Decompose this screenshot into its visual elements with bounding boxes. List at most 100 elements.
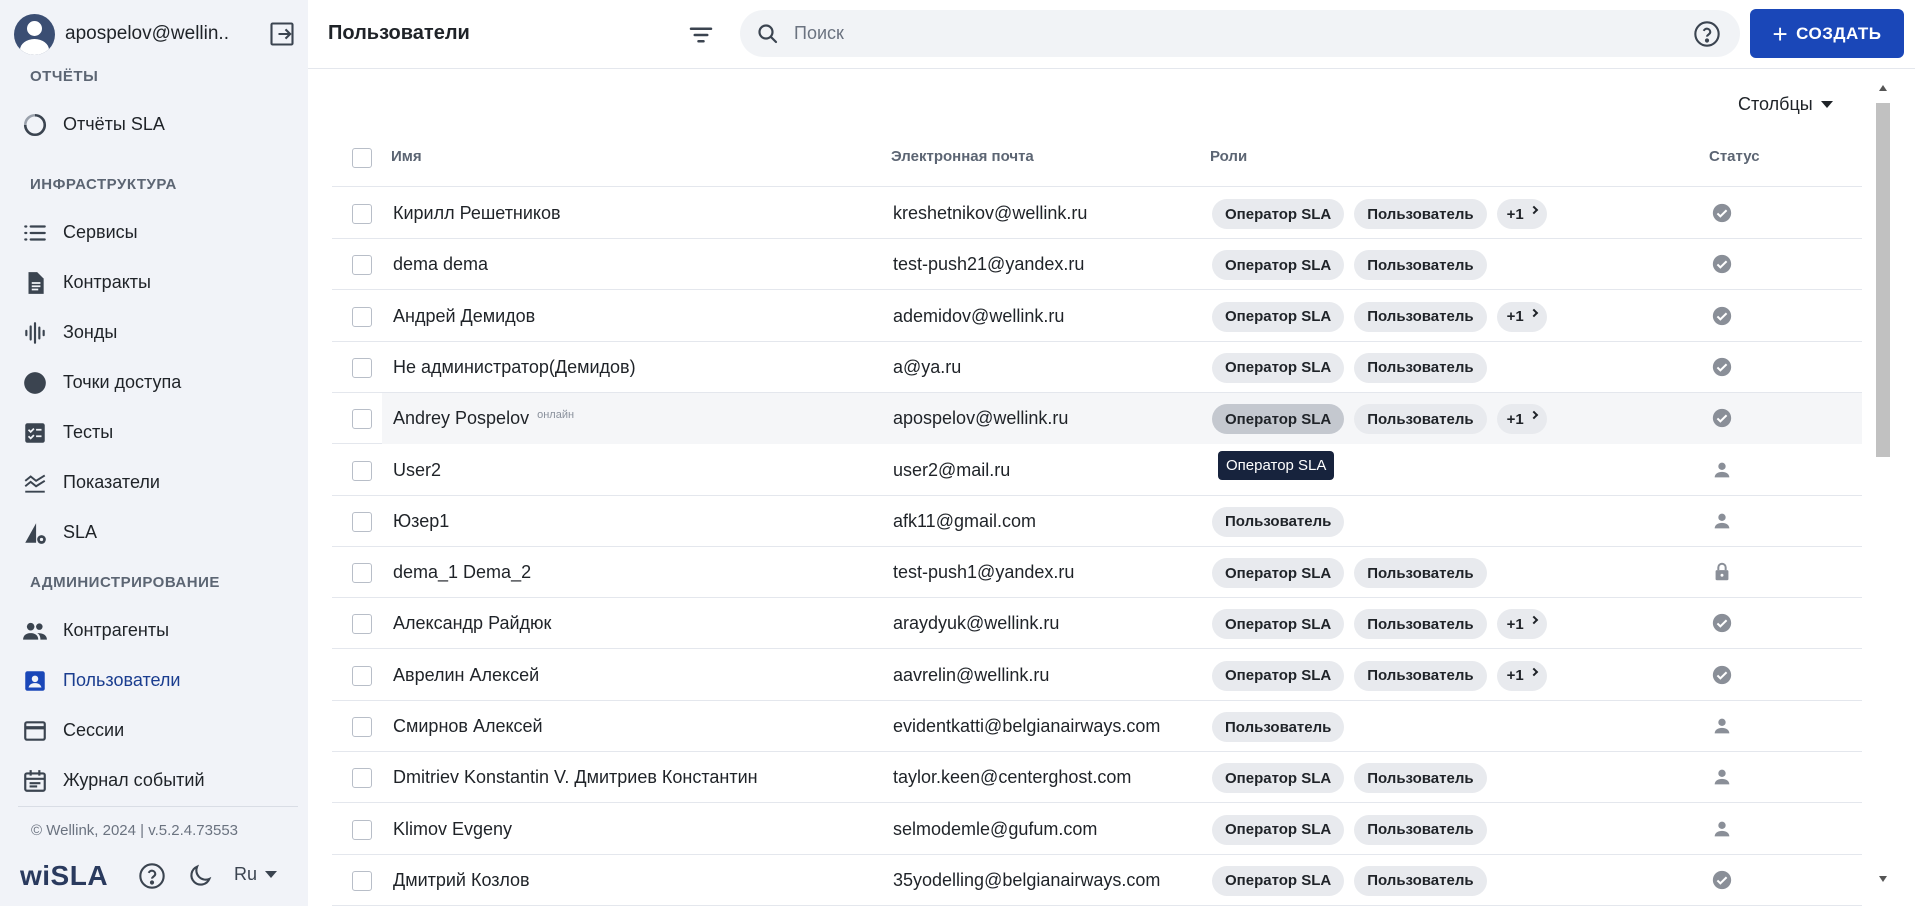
sidebar-item[interactable]: Тесты xyxy=(0,410,308,454)
sidebar-item[interactable]: Отчёты SLA xyxy=(0,102,308,146)
row-checkbox[interactable] xyxy=(352,460,372,481)
row-checkbox[interactable] xyxy=(352,717,372,737)
role-chip[interactable]: Пользователь xyxy=(1354,250,1487,281)
row-checkbox[interactable] xyxy=(352,357,372,378)
table-row[interactable]: User2 user2@mail.ru xyxy=(332,445,1862,496)
search-input[interactable] xyxy=(794,18,1634,49)
help-icon[interactable] xyxy=(138,862,166,890)
user-name[interactable]: Дмитрий Козлов xyxy=(393,870,530,891)
role-chip[interactable]: Оператор SLA xyxy=(1212,199,1345,229)
role-chip[interactable]: Пользователь xyxy=(1354,660,1487,691)
row-checkbox[interactable] xyxy=(352,255,372,276)
help-icon[interactable] xyxy=(1693,20,1721,48)
dark-mode-icon[interactable] xyxy=(186,862,214,890)
table-row[interactable]: dema dema test-push21@yandex.ru Оператор S… xyxy=(332,239,1862,291)
table-row[interactable]: Не администратор(Демидов) a@ya.ru Оператор… xyxy=(332,342,1862,393)
row-checkbox[interactable] xyxy=(352,768,372,789)
table-row[interactable]: Александр Райдюк araydyuk@wellink.ru Опера… xyxy=(332,598,1862,650)
table-row[interactable]: Dmitriev Konstantin V. Дмитриев Констант… xyxy=(332,752,1862,804)
scroll-down-arrow[interactable] xyxy=(1879,876,1887,882)
role-chip[interactable]: Оператор SLA xyxy=(1212,404,1345,435)
header-name[interactable]: Имя xyxy=(391,148,422,165)
sidebar-item[interactable]: Сессии xyxy=(0,708,308,752)
table-row[interactable]: Смирнов Алексей evidentkatti@belgianairwa… xyxy=(332,701,1862,752)
header-status[interactable]: Статус xyxy=(1709,148,1760,165)
header-email[interactable]: Электронная почта xyxy=(891,148,1034,165)
scrollbar[interactable] xyxy=(1876,82,1890,882)
sidebar-item[interactable]: Зонды xyxy=(0,310,308,354)
role-chip[interactable]: Пользователь xyxy=(1354,609,1487,640)
user-name[interactable]: Аврелин Алексей xyxy=(393,665,539,686)
role-chip[interactable]: Оператор SLA xyxy=(1212,250,1345,281)
table-row[interactable]: Аврелин Алексей aavrelin@wellink.ru Операт… xyxy=(332,650,1862,701)
sidebar-item[interactable]: Контракты xyxy=(0,260,308,304)
row-checkbox[interactable] xyxy=(352,819,372,840)
columns-select[interactable]: Столбцы xyxy=(1738,94,1833,115)
more-roles-chip[interactable]: +1 xyxy=(1496,609,1547,640)
header-roles[interactable]: Роли xyxy=(1210,148,1247,165)
role-chip[interactable]: Оператор SLA xyxy=(1212,660,1345,691)
role-chip[interactable]: Оператор SLA xyxy=(1212,609,1345,640)
row-checkbox[interactable] xyxy=(352,870,372,891)
row-checkbox[interactable] xyxy=(352,563,372,584)
sidebar-item[interactable]: SLA xyxy=(0,510,308,554)
avatar[interactable] xyxy=(14,13,55,55)
role-chip[interactable]: Оператор SLA xyxy=(1212,865,1345,896)
sidebar-item[interactable]: Пользователи xyxy=(0,658,308,702)
user-name[interactable]: Смирнов Алексей xyxy=(393,716,543,737)
table-row[interactable]: Кирилл Решетников kreshetnikov@wellink.ru… xyxy=(332,188,1862,239)
user-name[interactable]: Юзер1 xyxy=(393,511,449,532)
role-chip[interactable]: Пользователь xyxy=(1354,352,1487,383)
user-name[interactable]: Не администратор(Демидов) xyxy=(393,357,636,378)
table-row[interactable]: Дмитрий Козлов 35yodelling@belgianairways… xyxy=(332,855,1862,906)
row-checkbox[interactable] xyxy=(352,409,372,430)
user-name[interactable]: User2 xyxy=(393,460,441,481)
user-name[interactable]: dema_1 Dema_2 xyxy=(393,562,531,583)
role-chip[interactable]: Оператор SLA xyxy=(1212,763,1345,794)
sidebar-item[interactable]: Показатели xyxy=(0,460,308,504)
role-chip[interactable]: Пользователь xyxy=(1354,301,1487,332)
user-name[interactable]: Александр Райдюк xyxy=(393,613,551,634)
role-chip[interactable]: Пользователь xyxy=(1354,199,1487,229)
role-chip[interactable]: Оператор SLA xyxy=(1212,558,1345,589)
user-name[interactable]: Кирилл Решетников xyxy=(393,203,561,224)
table-row[interactable]: Klimov Evgeny selmodemle@gufum.com Операто… xyxy=(332,804,1862,855)
role-chip[interactable]: Пользователь xyxy=(1354,558,1487,589)
table-row[interactable]: Andrey Pospelov онлайн apospelov@wellink.r… xyxy=(332,393,1862,445)
user-name[interactable]: dema dema xyxy=(393,254,488,275)
sidebar-item[interactable]: Журнал событий xyxy=(0,758,308,802)
sidebar-item[interactable]: Точки доступа xyxy=(0,360,308,404)
user-name[interactable]: Andrey Pospelov онлайн xyxy=(393,408,574,429)
sidebar-item[interactable]: Сервисы xyxy=(0,210,308,254)
sidebar-item[interactable]: Контрагенты xyxy=(0,608,308,652)
row-checkbox[interactable] xyxy=(352,306,372,327)
user-name[interactable]: Dmitriev Konstantin V. Дмитриев Констант… xyxy=(393,767,758,788)
table-row[interactable]: Андрей Демидов ademidov@wellink.ru Операто… xyxy=(332,291,1862,342)
more-roles-chip[interactable]: +1 xyxy=(1496,301,1547,332)
table-row[interactable]: dema_1 Dema_2 test-push1@yandex.ru Операто… xyxy=(332,547,1862,599)
user-profile[interactable]: apospelov@wellin... xyxy=(14,12,296,56)
scroll-thumb[interactable] xyxy=(1876,103,1890,457)
role-chip[interactable]: Оператор SLA xyxy=(1212,814,1345,845)
role-chip[interactable]: Пользователь xyxy=(1212,506,1345,537)
language-select[interactable]: Ru xyxy=(234,864,278,885)
select-all-checkbox[interactable] xyxy=(352,148,372,168)
row-checkbox[interactable] xyxy=(352,614,372,635)
role-chip[interactable]: Оператор SLA xyxy=(1212,301,1345,332)
role-chip[interactable]: Пользователь xyxy=(1212,712,1345,742)
logout-icon[interactable] xyxy=(268,20,296,48)
more-roles-chip[interactable]: +1 xyxy=(1496,404,1547,435)
row-checkbox[interactable] xyxy=(352,511,372,532)
role-chip[interactable]: Пользователь xyxy=(1354,865,1487,896)
create-button[interactable]: + СОЗДАТЬ xyxy=(1750,9,1904,58)
table-row[interactable]: Юзер1 afk11@gmail.com Пользователь xyxy=(332,496,1862,547)
more-roles-chip[interactable]: +1 xyxy=(1496,660,1547,691)
more-roles-chip[interactable]: +1 xyxy=(1496,199,1547,229)
user-name[interactable]: Андрей Демидов xyxy=(393,306,535,327)
scroll-up-arrow[interactable] xyxy=(1879,85,1887,91)
role-chip[interactable]: Пользователь xyxy=(1354,763,1487,794)
role-chip[interactable]: Пользователь xyxy=(1354,404,1487,435)
row-checkbox[interactable] xyxy=(352,665,372,686)
user-name[interactable]: Klimov Evgeny xyxy=(393,819,512,840)
role-chip[interactable]: Пользователь xyxy=(1354,814,1487,845)
